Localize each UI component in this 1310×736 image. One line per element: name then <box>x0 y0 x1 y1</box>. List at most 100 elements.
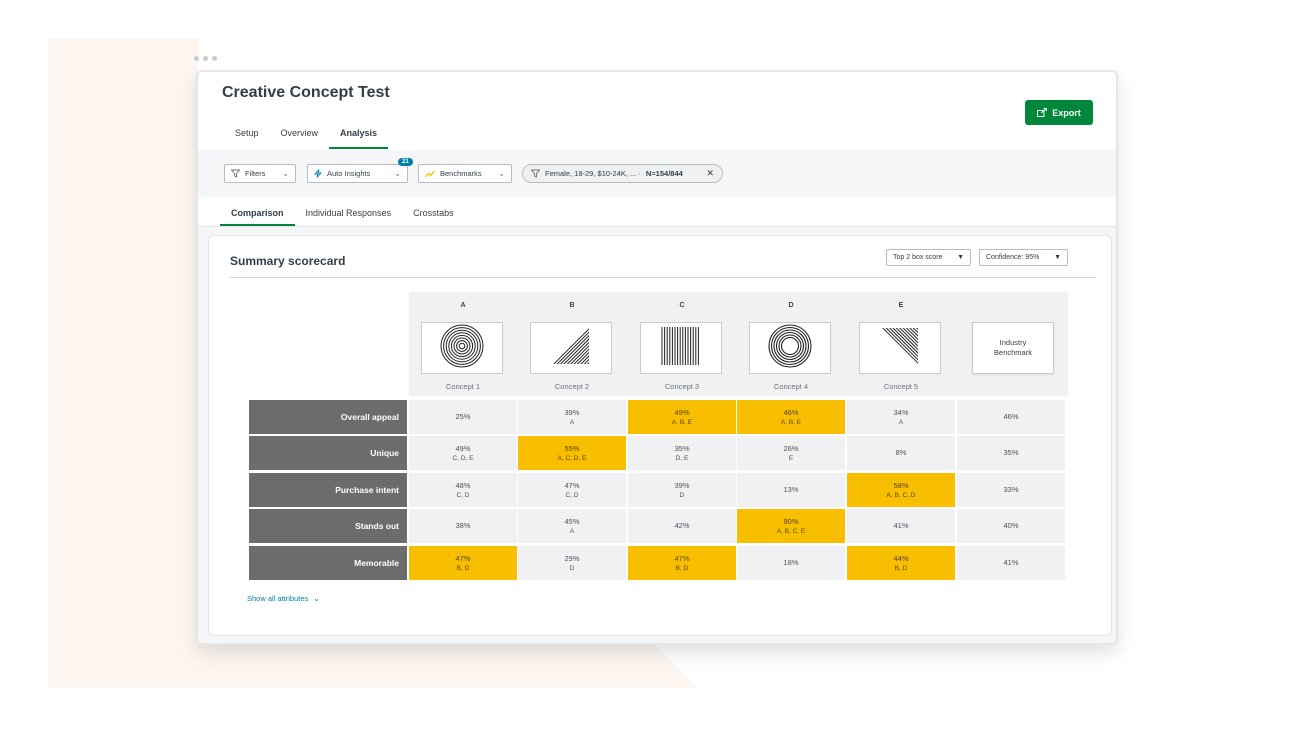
auto-insights-dropdown[interactable]: Auto Insights ⌄ <box>307 164 408 183</box>
benchmark-cell: 46% <box>957 400 1065 434</box>
score-value: 8% <box>895 448 907 458</box>
trend-icon <box>425 170 435 177</box>
significance-letters: D <box>569 564 575 572</box>
triangle-lines-icon <box>549 324 593 373</box>
score-cell: 49% C, D, E <box>409 436 517 470</box>
page-title: Creative Concept Test <box>222 84 390 101</box>
tab-individual-responses[interactable]: Individual Responses <box>295 206 403 226</box>
score-cell: 25% <box>409 400 517 434</box>
score-cell: 46% A, B, E <box>737 400 845 434</box>
score-value: 90% <box>783 516 799 526</box>
chevron-down-icon: ⌄ <box>313 594 320 603</box>
score-value: 47% <box>674 553 690 563</box>
concept-label: Concept 3 <box>664 382 700 391</box>
show-all-attributes-link[interactable]: Show all attributes ⌄ <box>247 594 320 603</box>
column-letter: D <box>788 302 794 309</box>
score-value: 39% <box>564 407 580 417</box>
significance-letters: B, D <box>456 564 470 572</box>
concept-thumbnail[interactable] <box>859 322 941 374</box>
score-value: 34% <box>893 407 909 417</box>
row-label: Purchase intent <box>249 473 407 507</box>
score-type-value: Top 2 box score <box>893 254 943 261</box>
score-value: 55% <box>564 443 580 453</box>
score-value: 58% <box>893 480 909 490</box>
score-cell: 45% A <box>518 509 626 543</box>
active-filter-chip[interactable]: Female, 18-29, $10-24K, ... · N=154/844 … <box>522 164 723 183</box>
column-letter: E <box>898 302 904 309</box>
column-letter: C <box>679 302 685 309</box>
significance-letters: C, D, E <box>452 454 474 462</box>
score-cell: 48% C, D <box>409 473 517 507</box>
confidence-value: Confidence: 95% <box>986 254 1040 261</box>
sub-tabs: Comparison Individual Responses Crosstab… <box>220 206 465 226</box>
score-value: 48% <box>455 480 471 490</box>
concept-label: Concept 1 <box>445 382 481 391</box>
score-cell: 41% <box>847 509 955 543</box>
score-cell: 47% B, D <box>409 546 517 580</box>
scorecard-title: Summary scorecard <box>230 254 346 268</box>
chevron-down-icon: ⌄ <box>394 169 401 178</box>
row-label: Stands out <box>249 509 407 543</box>
score-cell: 34% A <box>847 400 955 434</box>
score-cell: 13% <box>737 473 845 507</box>
significance-letters: A <box>898 418 904 426</box>
score-value: 47% <box>564 480 580 490</box>
score-cell: 8% <box>847 436 955 470</box>
window-dots <box>194 56 217 61</box>
score-cell: 39% D <box>628 473 736 507</box>
score-cell: 47% C, D <box>518 473 626 507</box>
concept-thumbnail[interactable] <box>530 322 612 374</box>
filters-dropdown[interactable]: Filters ⌄ <box>224 164 296 183</box>
tab-analysis[interactable]: Analysis <box>329 124 389 149</box>
significance-letters: A, B, C, E <box>776 527 806 535</box>
score-value: 25% <box>455 412 471 422</box>
concept-thumbnail[interactable] <box>421 322 503 374</box>
score-cell: 39% A <box>518 400 626 434</box>
score-value: 49% <box>674 407 690 417</box>
filter-icon <box>231 169 240 178</box>
app-window: Creative Concept Test Export Setup Overv… <box>196 70 1118 645</box>
row-label: Overall appeal <box>249 400 407 434</box>
confidence-dropdown[interactable]: Confidence: 95% ▼ <box>979 249 1068 266</box>
significance-letters: D <box>679 491 685 499</box>
score-value: 46% <box>783 407 799 417</box>
filters-label: Filters <box>245 169 266 178</box>
concept-thumbnail[interactable] <box>640 322 722 374</box>
filter-chip-count: N=154/844 <box>645 169 683 178</box>
concept-thumbnail[interactable] <box>749 322 831 374</box>
score-value: 18% <box>783 558 799 568</box>
close-icon[interactable]: ✕ <box>706 168 714 179</box>
tab-overview[interactable]: Overview <box>270 124 330 149</box>
benchmark-cell: 33% <box>957 473 1065 507</box>
score-type-dropdown[interactable]: Top 2 box score ▼ <box>886 249 971 266</box>
export-label: Export <box>1052 107 1081 118</box>
significance-letters: A <box>569 527 575 535</box>
significance-letters: C, D <box>565 491 579 499</box>
auto-insights-badge: 21 <box>398 158 413 166</box>
row-label: Memorable <box>249 546 407 580</box>
score-value: 41% <box>893 521 909 531</box>
export-button[interactable]: Export <box>1025 100 1093 125</box>
score-cell: 49% A, B, E <box>628 400 736 434</box>
score-value: 47% <box>455 553 471 563</box>
concept-label: Concept 5 <box>883 382 919 391</box>
tab-comparison[interactable]: Comparison <box>220 206 295 226</box>
significance-letters: A <box>569 418 575 426</box>
score-cell: 18% <box>737 546 845 580</box>
score-cell: 90% A, B, C, E <box>737 509 845 543</box>
score-cell: 58% A, B, C, D <box>847 473 955 507</box>
score-value: 39% <box>674 480 690 490</box>
score-value: 26% <box>783 443 799 453</box>
significance-letters: D, E <box>675 454 689 462</box>
summary-scorecard-card: Summary scorecard Top 2 box score ▼ Conf… <box>208 235 1112 636</box>
score-value: 42% <box>674 521 690 531</box>
benchmarks-dropdown[interactable]: Benchmarks ⌄ <box>418 164 512 183</box>
tab-setup[interactable]: Setup <box>222 124 270 149</box>
caret-down-icon: ▼ <box>957 254 964 261</box>
vertical-lines-icon <box>659 324 703 373</box>
score-value: 35% <box>674 443 690 453</box>
row-label: Unique <box>249 436 407 470</box>
score-value: 45% <box>564 516 580 526</box>
tab-crosstabs[interactable]: Crosstabs <box>402 206 465 226</box>
benchmark-label-line2: Benchmark <box>994 348 1032 357</box>
